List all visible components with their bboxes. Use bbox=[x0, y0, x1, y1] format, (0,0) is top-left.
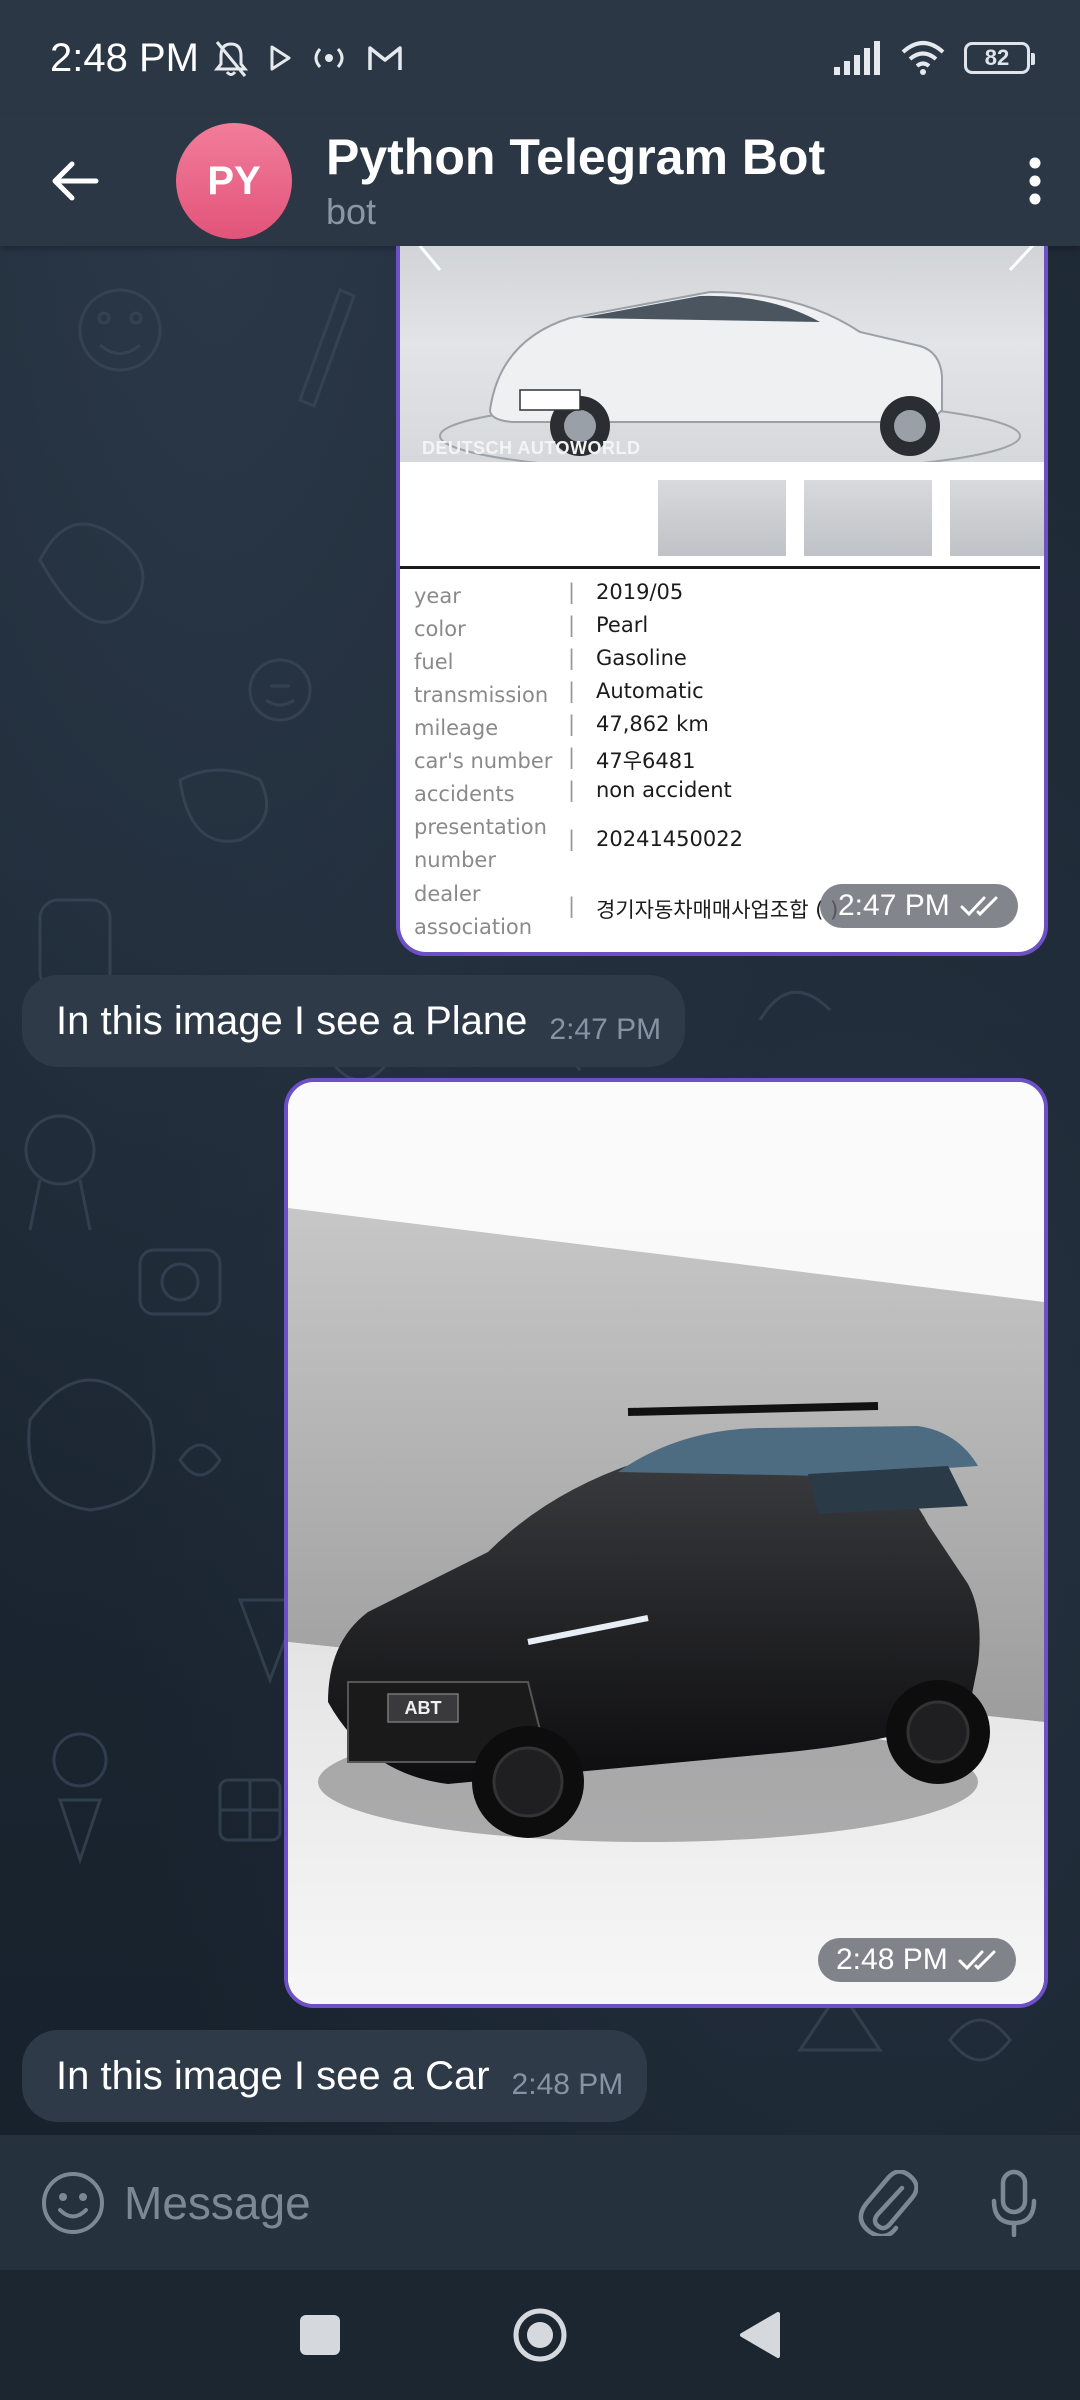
car-photo: ABT bbox=[288, 1082, 1044, 2004]
message-input[interactable]: Message bbox=[106, 2135, 828, 2270]
chat-title-block[interactable]: Python Telegram Bot bot bbox=[326, 128, 826, 233]
back-button[interactable] bbox=[0, 116, 150, 246]
status-system-icons: 82 bbox=[832, 40, 1035, 76]
spec-key: transmission bbox=[414, 683, 549, 707]
listing-divider bbox=[400, 566, 1040, 569]
microphone-icon bbox=[991, 2169, 1037, 2237]
avatar[interactable]: PY bbox=[176, 123, 292, 239]
arrow-left-icon bbox=[52, 161, 99, 201]
spec-key: color bbox=[414, 617, 466, 641]
message-text: In this image I see a Car bbox=[56, 2054, 490, 2098]
chat-subtitle: bot bbox=[326, 190, 377, 232]
message-incoming[interactable]: In this image I see a Plane 2:47 PM bbox=[22, 975, 686, 1067]
recent-apps-button[interactable] bbox=[298, 2313, 342, 2357]
battery-icon: 82 bbox=[964, 42, 1035, 74]
chat-header: PY Python Telegram Bot bot bbox=[0, 116, 1080, 246]
double-check-icon bbox=[960, 896, 998, 917]
avatar-initials: PY bbox=[207, 158, 261, 203]
spec-separator: | bbox=[568, 827, 576, 851]
attach-button[interactable] bbox=[828, 2135, 948, 2270]
spec-separator: | bbox=[568, 613, 576, 637]
spec-key: presentation number bbox=[414, 815, 547, 872]
message-photo[interactable]: ABT 2:48 PM bbox=[284, 1078, 1048, 2008]
message-time: 2:48 PM bbox=[818, 1938, 1016, 1982]
bell-muted-icon bbox=[213, 41, 249, 77]
message-text: In this image I see a Plane bbox=[56, 999, 528, 1043]
time-label: 2:47 PM bbox=[838, 889, 950, 922]
listing-thumbnails bbox=[400, 462, 1044, 570]
spec-key: dealer association bbox=[414, 882, 533, 939]
spec-value: Automatic bbox=[596, 679, 704, 703]
spec-separator: | bbox=[568, 778, 576, 802]
listing-watermark: DEUTSCH AUTOWORLD bbox=[422, 438, 641, 458]
message-time: 2:47 PM bbox=[820, 884, 1018, 928]
spec-key: car's number bbox=[414, 749, 553, 773]
thumbnail bbox=[658, 480, 786, 556]
play-store-icon bbox=[270, 45, 291, 71]
gmail-icon bbox=[368, 46, 402, 70]
thumbnail bbox=[950, 480, 1044, 556]
more-vertical-icon bbox=[1029, 157, 1041, 205]
double-check-icon bbox=[958, 1950, 996, 1971]
back-nav-button[interactable] bbox=[738, 2311, 782, 2359]
spec-key: fuel bbox=[414, 650, 454, 674]
spec-key: year bbox=[414, 584, 461, 608]
message-time: 2:47 PM bbox=[549, 1013, 662, 1046]
status-time: 2:48 PM bbox=[50, 35, 199, 80]
spec-value: 경기자동차매매사업조합 ( ) bbox=[596, 898, 839, 922]
spec-separator: | bbox=[568, 646, 576, 670]
spec-value: 2019/05 bbox=[596, 580, 684, 604]
battery-level: 82 bbox=[984, 45, 1010, 70]
paperclip-icon bbox=[858, 2169, 918, 2236]
message-time: 2:48 PM bbox=[511, 2068, 624, 2101]
message-input-placeholder: Message bbox=[124, 2176, 311, 2229]
voice-message-button[interactable] bbox=[948, 2135, 1080, 2270]
message-input-bar: Message bbox=[0, 2135, 1080, 2270]
spec-key: accidents bbox=[414, 782, 515, 806]
spec-value: 47우6481 bbox=[596, 749, 696, 773]
spec-value: Pearl bbox=[596, 613, 649, 637]
spec-key: mileage bbox=[414, 716, 499, 740]
spec-value: 47,862 km bbox=[596, 712, 709, 736]
spec-separator: | bbox=[568, 580, 576, 604]
emoji-icon bbox=[42, 2171, 104, 2234]
home-button[interactable] bbox=[512, 2307, 568, 2363]
system-navigation-bar bbox=[0, 2270, 1080, 2400]
spec-value: Gasoline bbox=[596, 646, 687, 670]
spec-separator: | bbox=[568, 894, 576, 918]
chat-title: Python Telegram Bot bbox=[326, 128, 826, 185]
thumbnail bbox=[804, 480, 932, 556]
spec-separator: | bbox=[568, 712, 576, 736]
abt-badge: ABT bbox=[405, 1698, 442, 1718]
spec-value: 20241450022 bbox=[596, 827, 743, 851]
message-incoming[interactable]: In this image I see a Car 2:48 PM bbox=[22, 2030, 648, 2122]
status-bar: 2:48 PM 82 bbox=[0, 0, 1080, 116]
message-car-listing[interactable]: DEUTSCH AUTOWORLD year | 2019/05 color |… bbox=[396, 246, 1048, 956]
cell-signal-icon bbox=[834, 41, 880, 75]
radio-signal-icon bbox=[314, 48, 344, 68]
wifi-icon bbox=[901, 41, 945, 75]
spec-separator: | bbox=[568, 679, 576, 703]
emoji-button[interactable] bbox=[0, 2135, 106, 2270]
spec-value: non accident bbox=[596, 778, 732, 802]
status-notification-icons bbox=[213, 38, 405, 78]
spec-separator: | bbox=[568, 745, 576, 769]
time-label: 2:48 PM bbox=[836, 1943, 948, 1976]
more-menu-button[interactable] bbox=[990, 116, 1080, 246]
